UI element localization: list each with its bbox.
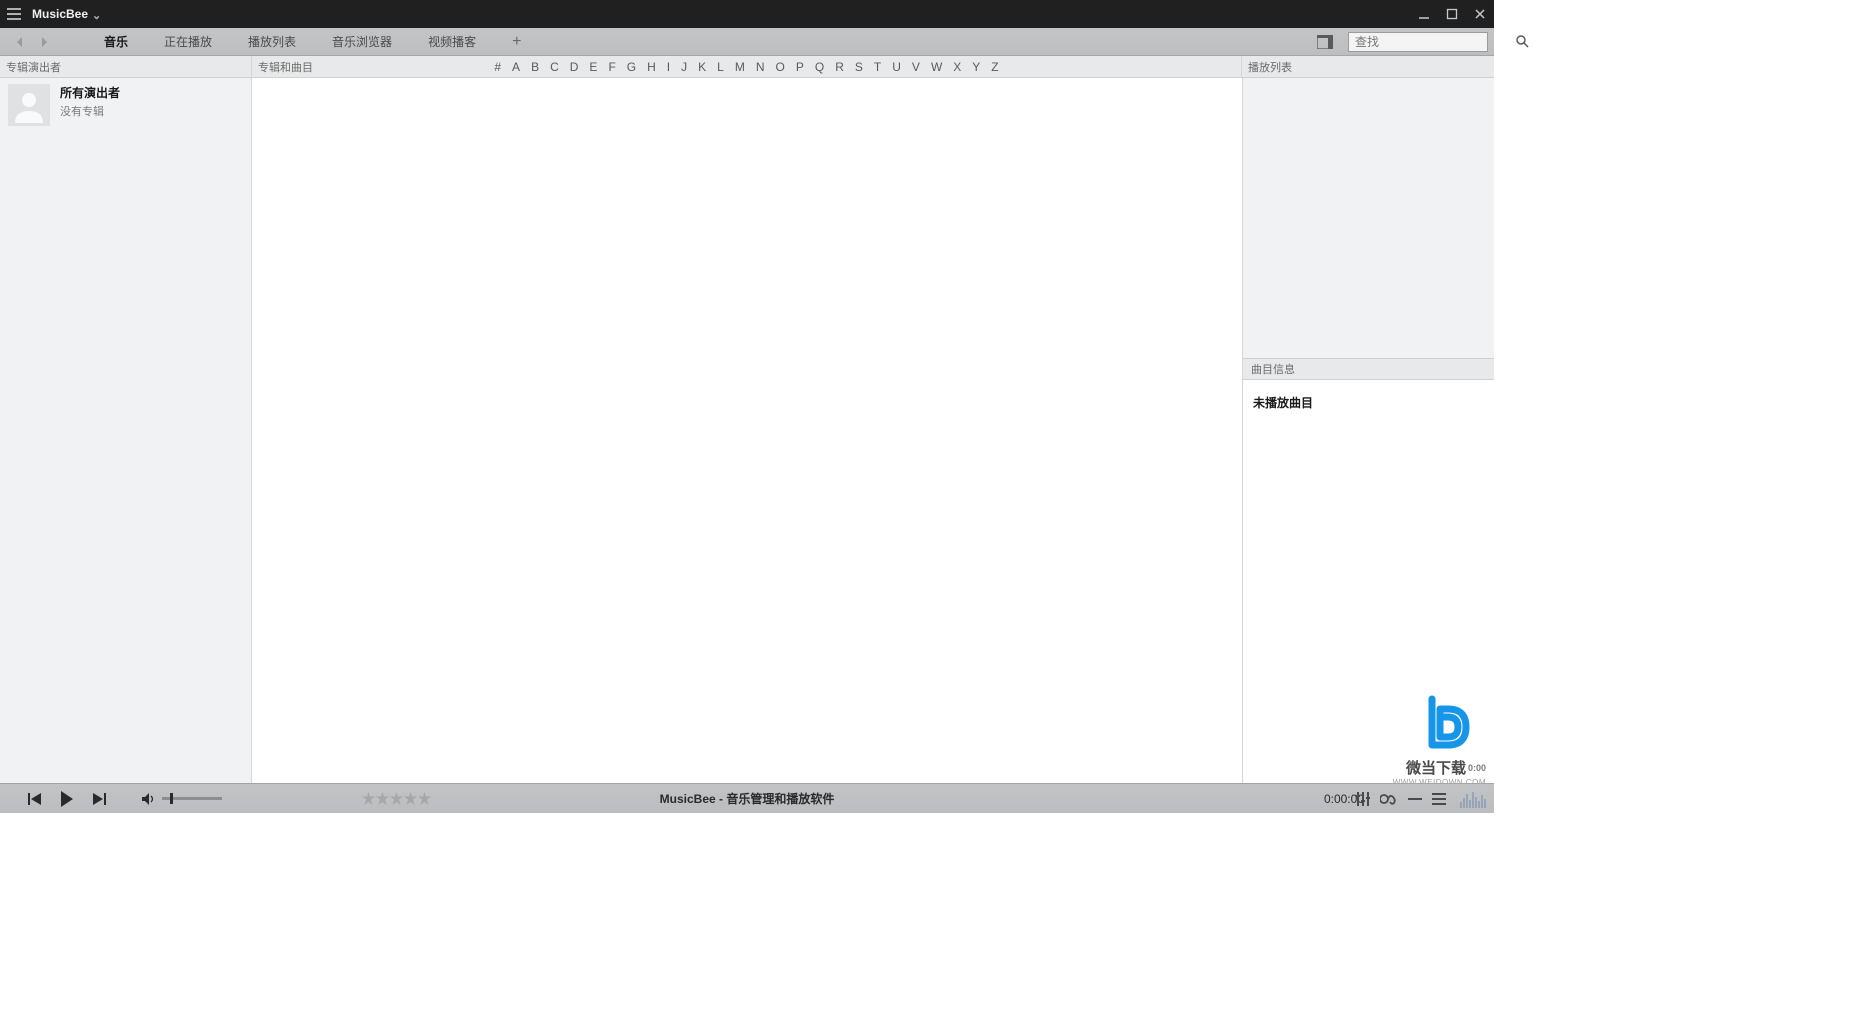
alpha-jump-D[interactable]: D [570,60,579,74]
queue-panel [1243,78,1494,358]
list-icon[interactable] [1432,792,1446,806]
maximize-button[interactable] [1438,0,1466,28]
panel-layout-button[interactable] [1312,31,1338,53]
volume-control[interactable] [142,793,222,805]
tab-playlists[interactable]: 播放列表 [230,28,314,55]
search-input[interactable] [1349,35,1516,49]
play-button[interactable] [54,791,80,807]
tab-add-button[interactable]: + [494,28,539,55]
tab-music[interactable]: 音乐 [86,28,146,55]
alpha-jump-M[interactable]: M [735,60,745,74]
avatar-placeholder-icon [8,84,50,126]
artists-panel: 所有演出者 没有专辑 [0,78,252,783]
dash-icon[interactable] [1408,793,1422,805]
visualizer-icon[interactable] [1460,790,1486,808]
alpha-jump-B[interactable]: B [531,60,539,74]
lastfm-icon[interactable] [1380,793,1398,805]
track-info-body: 未播放曲目 [1243,380,1494,783]
alpha-jump-I[interactable]: I [667,60,670,74]
main-content: 所有演出者 没有专辑 曲目信息 未播放曲目 [0,78,1494,783]
tab-now-playing[interactable]: 正在播放 [146,28,230,55]
alpha-jump-R[interactable]: R [835,60,844,74]
alpha-jump-P[interactable]: P [796,60,804,74]
nav-forward-button[interactable] [32,28,56,55]
prev-track-button[interactable] [22,793,48,805]
alpha-jump-S[interactable]: S [855,60,863,74]
artist-no-albums-label: 没有专辑 [60,103,120,119]
volume-slider[interactable] [162,797,222,800]
alpha-jump-F[interactable]: F [608,60,615,74]
chevron-down-icon[interactable]: ⌄ [92,10,101,22]
no-track-label: 未播放曲目 [1253,396,1313,410]
now-playing-label: MusicBee - 音乐管理和播放软件 [660,790,835,807]
track-info-header: 曲目信息 [1243,358,1494,380]
tab-podcasts[interactable]: 视频播客 [410,28,494,55]
column-headers: 专辑演出者 专辑和曲目 #ABCDEFGHIJKLMNOPQRSTUVWXYZ … [0,56,1494,78]
artist-all-entry[interactable]: 所有演出者 没有专辑 [0,78,251,132]
alpha-jump-V[interactable]: V [912,60,920,74]
col-artists-header[interactable]: 专辑演出者 [0,56,252,77]
alpha-jump-E[interactable]: E [589,60,597,74]
alpha-jump-W[interactable]: W [931,60,942,74]
right-panel: 曲目信息 未播放曲目 [1242,78,1494,783]
alpha-jump-A[interactable]: A [512,60,520,74]
alpha-jump-Q[interactable]: Q [815,60,824,74]
alpha-jump-N[interactable]: N [756,60,765,74]
toolbar: 音乐 正在播放 播放列表 音乐浏览器 视频播客 + [0,28,1494,56]
titlebar: MusicBee⌄ [0,0,1494,28]
alpha-jump-Z[interactable]: Z [991,60,998,74]
minimize-button[interactable] [1410,0,1438,28]
tracks-panel [252,78,1242,783]
alpha-jump-G[interactable]: G [627,60,636,74]
nav-back-button[interactable] [8,28,32,55]
alpha-jump-L[interactable]: L [717,60,724,74]
alpha-jump-H[interactable]: H [647,60,656,74]
col-albums-header[interactable]: 专辑和曲目 #ABCDEFGHIJKLMNOPQRSTUVWXYZ [252,56,1242,77]
search-box[interactable] [1348,32,1488,52]
app-title: MusicBee⌄ [28,7,107,21]
alpha-jump-C[interactable]: C [550,60,559,74]
alpha-jump-T[interactable]: T [874,60,881,74]
next-track-button[interactable] [86,793,112,805]
alpha-jump-K[interactable]: K [698,60,706,74]
artist-all-label: 所有演出者 [60,84,120,101]
volume-icon [142,793,156,805]
col-queue-header[interactable]: 播放列表 [1242,56,1494,77]
alpha-jump-bar: # ABCDEFGHIJKLMNOPQRSTUVWXYZ [252,56,1241,77]
rating-stars[interactable] [362,792,431,805]
close-button[interactable] [1466,0,1494,28]
search-icon[interactable] [1516,35,1529,48]
tab-explorer[interactable]: 音乐浏览器 [314,28,410,55]
player-bar: MusicBee - 音乐管理和播放软件 0:00:00 [0,783,1494,813]
alpha-jump-O[interactable]: O [776,60,785,74]
hamburger-menu-icon[interactable] [0,0,28,28]
alpha-jump-#[interactable]: # [494,60,501,74]
equalizer-icon[interactable] [1356,792,1370,806]
alpha-jump-X[interactable]: X [953,60,961,74]
alpha-jump-J[interactable]: J [681,60,687,74]
alpha-jump-Y[interactable]: Y [972,60,980,74]
alpha-jump-U[interactable]: U [892,60,901,74]
